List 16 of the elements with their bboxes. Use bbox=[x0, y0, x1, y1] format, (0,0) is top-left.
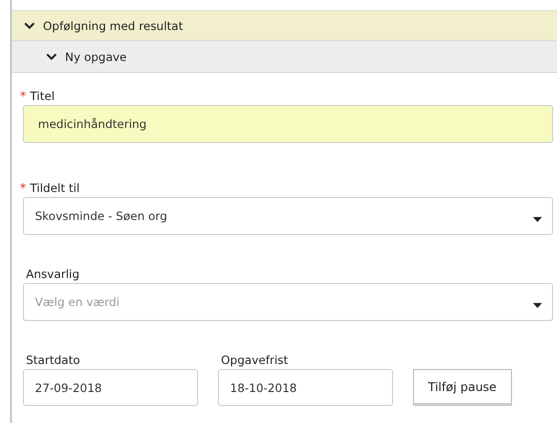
field-label: Startdato bbox=[26, 353, 80, 367]
section-toggle[interactable]: Ny opgave bbox=[46, 50, 127, 64]
field-label: Titel bbox=[30, 89, 55, 103]
field-label: Ansvarlig bbox=[26, 267, 80, 281]
select-field[interactable]: Skovsminde - Søen org bbox=[23, 197, 553, 235]
section-toggle[interactable]: Opfølgning med resultat bbox=[24, 18, 183, 32]
field-label: Tildelt til bbox=[30, 181, 80, 195]
dropdown-icon bbox=[533, 216, 542, 222]
date-field[interactable]: 27-09-2018 bbox=[23, 369, 198, 406]
required-mark: * bbox=[20, 89, 26, 103]
date-field[interactable]: 18-10-2018 bbox=[218, 369, 393, 406]
field-label: Opgavefrist bbox=[221, 353, 288, 367]
dropdown-icon bbox=[533, 302, 542, 308]
add-pause-button[interactable]: Tilføj pause bbox=[413, 369, 512, 406]
required-mark: * bbox=[20, 181, 26, 195]
text-field[interactable]: medicinhåndtering bbox=[23, 105, 553, 143]
